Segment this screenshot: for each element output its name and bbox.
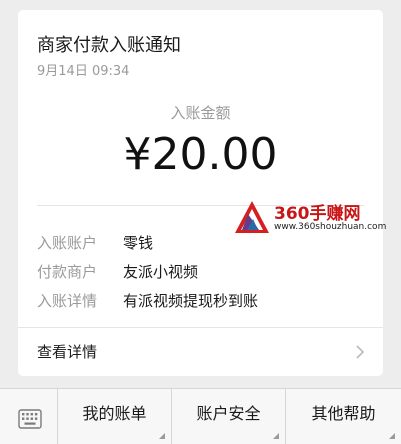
view-details-link[interactable]: 查看详情 <box>37 341 97 363</box>
chevron-right-icon <box>356 345 365 359</box>
notification-time: 9月14日 09:34 <box>37 64 130 79</box>
menu-account-security[interactable]: 账户安全 <box>172 389 286 444</box>
watermark-logo: 360手赚网 www.360shouzhuan.com <box>234 196 386 244</box>
submenu-indicator-icon <box>389 433 395 439</box>
menu-my-bills[interactable]: 我的账单 <box>58 389 172 444</box>
menu-label: 我的账单 <box>82 404 147 423</box>
chat-view: 商家付款入账通知 9月14日 09:34 入账金额 ¥20.00 入账账户 零钱… <box>0 0 401 444</box>
divider <box>18 327 383 328</box>
detail-label: 入账账户 <box>37 234 98 252</box>
triangle-logo-icon <box>235 201 269 233</box>
detail-label: 入账详情 <box>37 292 98 310</box>
payment-notification-card[interactable]: 商家付款入账通知 9月14日 09:34 入账金额 ¥20.00 入账账户 零钱… <box>18 10 383 376</box>
watermark-url: www.360shouzhuan.com <box>274 222 387 232</box>
notification-title: 商家付款入账通知 <box>37 35 181 56</box>
bottom-menu-bar: 我的账单 账户安全 其他帮助 <box>0 388 401 444</box>
amount-value: ¥20.00 <box>123 129 278 180</box>
detail-value: 有派视频提现秒到账 <box>123 292 259 310</box>
submenu-indicator-icon <box>159 433 165 439</box>
detail-value: 零钱 <box>123 234 154 252</box>
menu-other-help[interactable]: 其他帮助 <box>286 389 401 444</box>
amount-label: 入账金额 <box>170 104 231 122</box>
menu-label: 账户安全 <box>196 404 261 423</box>
detail-label: 付款商户 <box>37 263 98 281</box>
detail-value: 友派小视频 <box>123 263 199 281</box>
submenu-indicator-icon <box>273 433 279 439</box>
keyboard-toggle-button[interactable] <box>0 389 58 444</box>
menu-label: 其他帮助 <box>311 404 376 423</box>
keyboard-icon <box>18 409 42 429</box>
watermark-text: 360手赚网 <box>274 204 361 224</box>
